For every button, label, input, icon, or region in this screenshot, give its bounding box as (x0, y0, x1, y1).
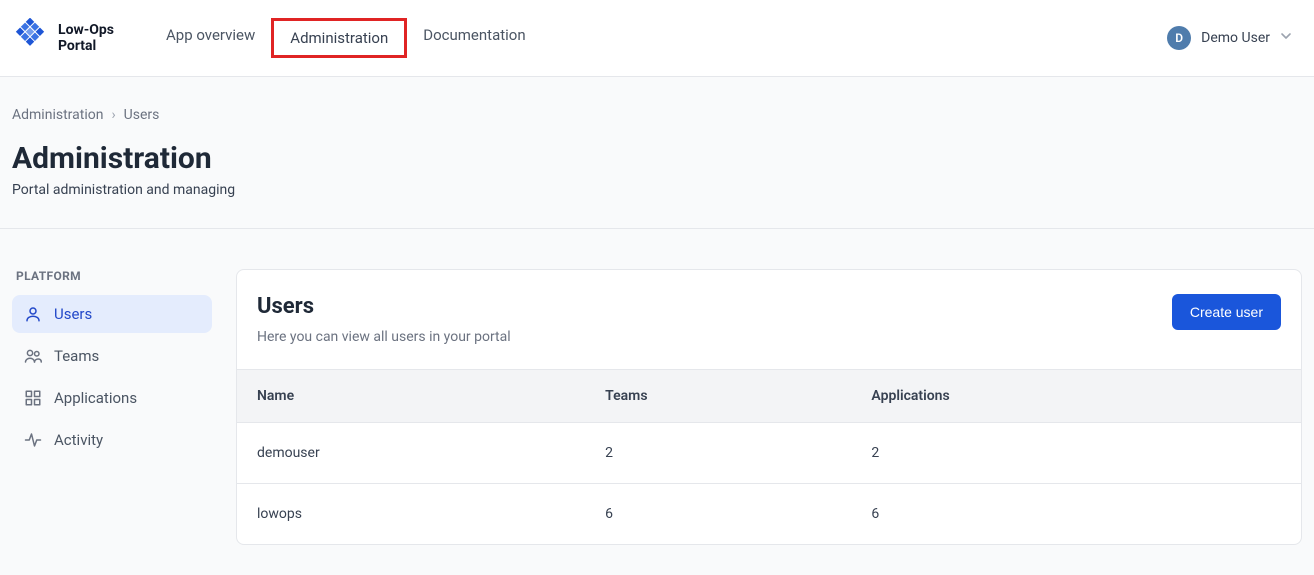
col-header-applications: Applications (871, 388, 1281, 404)
sidebar-item-label: Users (54, 305, 92, 323)
table-header: Name Teams Applications (237, 369, 1301, 423)
users-card: Users Here you can view all users in you… (236, 269, 1302, 545)
main-panel: Users Here you can view all users in you… (236, 269, 1302, 545)
user-menu[interactable]: D Demo User (1167, 26, 1302, 50)
logo-icon (12, 18, 48, 58)
col-header-name: Name (257, 388, 605, 404)
top-header: Low-Ops Portal App overview Administrati… (0, 0, 1314, 77)
sidebar-item-applications[interactable]: Applications (12, 379, 212, 417)
nav-app-overview[interactable]: App overview (150, 18, 271, 58)
sidebar-item-label: Activity (54, 431, 103, 449)
breadcrumb-root[interactable]: Administration (12, 107, 103, 123)
content-area: PLATFORM Users Teams Applications Activi… (0, 229, 1314, 575)
sidebar-item-teams[interactable]: Teams (12, 337, 212, 375)
cell-name: lowops (257, 506, 605, 522)
cell-name: demouser (257, 445, 605, 461)
cell-applications: 2 (871, 445, 1281, 461)
table-row[interactable]: demouser 2 2 (237, 423, 1301, 484)
page-header: Administration › Users Administration Po… (0, 77, 1314, 229)
chevron-right-icon: › (111, 107, 115, 123)
main-nav: App overview Administration Documentatio… (150, 18, 542, 58)
cell-applications: 6 (871, 506, 1281, 522)
nav-administration[interactable]: Administration (271, 18, 407, 58)
nav-documentation[interactable]: Documentation (407, 18, 541, 58)
avatar: D (1167, 26, 1191, 50)
table-row[interactable]: lowops 6 6 (237, 484, 1301, 544)
user-name: Demo User (1201, 30, 1270, 46)
logo-text: Low-Ops Portal (58, 22, 114, 54)
users-icon (24, 347, 42, 365)
col-header-teams: Teams (605, 388, 871, 404)
sidebar-heading: PLATFORM (12, 269, 212, 283)
create-user-button[interactable]: Create user (1172, 294, 1281, 330)
sidebar: PLATFORM Users Teams Applications Activi… (12, 269, 212, 545)
sidebar-item-activity[interactable]: Activity (12, 421, 212, 459)
activity-icon (24, 431, 42, 449)
card-title: Users (257, 294, 511, 319)
cell-teams: 2 (605, 445, 871, 461)
sidebar-item-label: Applications (54, 389, 137, 407)
breadcrumb: Administration › Users (12, 107, 1302, 123)
sidebar-item-label: Teams (54, 347, 99, 365)
sidebar-item-users[interactable]: Users (12, 295, 212, 333)
card-header: Users Here you can view all users in you… (237, 270, 1301, 369)
grid-icon (24, 389, 42, 407)
cell-teams: 6 (605, 506, 871, 522)
page-title: Administration (12, 141, 1302, 176)
page-subtitle: Portal administration and managing (12, 182, 1302, 198)
user-icon (24, 305, 42, 323)
logo[interactable]: Low-Ops Portal (12, 18, 114, 58)
card-description: Here you can view all users in your port… (257, 329, 511, 345)
chevron-down-icon (1280, 30, 1292, 46)
breadcrumb-current: Users (124, 107, 160, 123)
